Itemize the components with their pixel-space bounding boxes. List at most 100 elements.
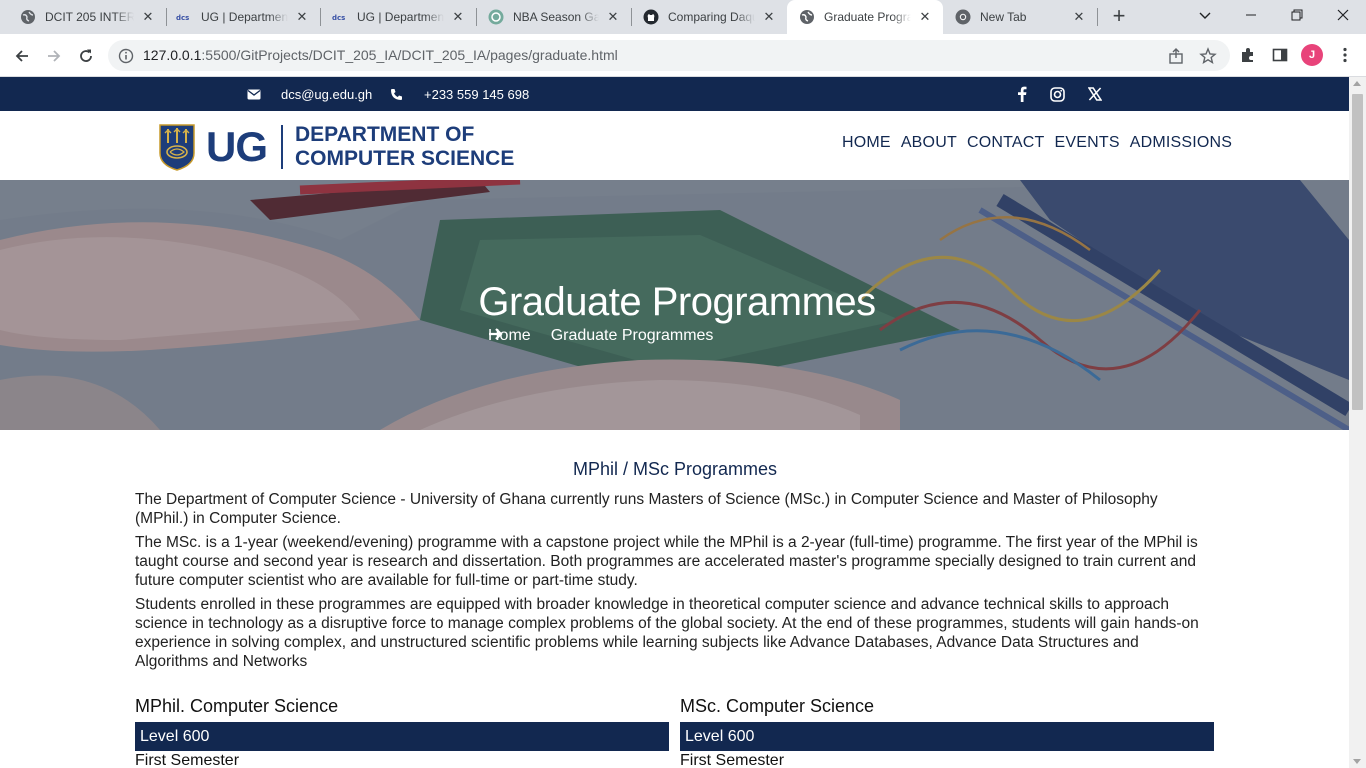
intro-paragraph: The Department of Computer Science - Uni… [135, 491, 1158, 527]
reload-button[interactable] [72, 42, 100, 70]
browser-tab[interactable]: Comparing Daqu ✕ [631, 0, 787, 34]
ug-crest-icon [159, 124, 195, 171]
back-button[interactable] [8, 42, 36, 70]
email-text: dcs@ug.edu.gh [281, 86, 373, 102]
close-tab-icon[interactable]: ✕ [140, 9, 156, 25]
phone-text: +233 559 145 698 [424, 86, 530, 102]
site-logo[interactable]: UG DEPARTMENT OF COMPUTER SCIENCE [158, 122, 514, 172]
facebook-icon[interactable] [1013, 85, 1031, 103]
browser-tab[interactable]: NBA Season Gam ✕ [476, 0, 632, 34]
extensions-button[interactable] [1238, 45, 1258, 65]
restore-icon [1291, 9, 1303, 21]
logo-mark-text: UG [206, 123, 268, 170]
arrow-left-icon [15, 50, 28, 62]
forward-button[interactable] [40, 42, 68, 70]
url-text[interactable]: 127.0.0.1:5500/GitProjects/DCIT_205_IA/D… [143, 47, 618, 63]
close-tab-icon[interactable]: ✕ [917, 9, 933, 25]
hero-banner: Graduate Programmes Home Graduate Progra… [0, 180, 1349, 430]
mphil-programme-column: MPhil. Computer Science Level 600 First … [135, 696, 669, 768]
scroll-up-arrow[interactable] [1353, 81, 1361, 86]
section-title: MPhil / MSc Programmes [572, 459, 778, 479]
page-title: Graduate Programmes [478, 280, 876, 324]
tab-title: UG | Department [357, 10, 444, 24]
close-window-button[interactable] [1320, 0, 1366, 30]
close-tab-icon[interactable]: ✕ [450, 9, 466, 25]
logo-line-1: DEPARTMENT OF [295, 123, 475, 146]
site-icon: dcs [176, 9, 192, 25]
browser-menu-button[interactable] [1335, 45, 1355, 65]
page-scrollbar[interactable] [1349, 77, 1366, 768]
close-tab-icon[interactable]: ✕ [1071, 9, 1087, 25]
breadcrumb-current: Graduate Programmes [550, 327, 714, 344]
scroll-thumb[interactable] [1352, 94, 1363, 410]
info-icon[interactable] [118, 48, 134, 64]
minimize-icon [1246, 14, 1256, 16]
site-icon: dcs [332, 9, 348, 25]
logo-divider [281, 125, 283, 169]
tab-title: Graduate Progra [824, 10, 911, 24]
nav-about-link[interactable]: ABOUT [901, 134, 957, 152]
restore-button[interactable] [1274, 0, 1320, 30]
side-panel-button[interactable] [1270, 45, 1290, 65]
share-icon[interactable] [1167, 47, 1185, 65]
logo-line-2: COMPUTER SCIENCE [295, 147, 515, 170]
browser-tab[interactable]: New Tab ✕ [943, 0, 1098, 34]
chrome-icon [955, 9, 971, 25]
outcomes-paragraph: Students enrolled in these programmes ar… [135, 596, 1199, 670]
tab-search-button[interactable] [1182, 0, 1228, 30]
logo-department-text: DEPARTMENT OF COMPUTER SCIENCE [295, 123, 514, 171]
tab-title: DCIT 205 INTERIM [45, 10, 134, 24]
envelope-icon [247, 89, 261, 99]
new-tab-button[interactable]: + [1108, 5, 1130, 28]
instagram-icon[interactable] [1048, 85, 1066, 103]
contact-topbar: dcs@ug.edu.gh +233 559 145 698 [0, 77, 1349, 111]
programme-title: MPhil. Computer Science [135, 696, 339, 716]
more-vertical-icon [1343, 47, 1347, 63]
tab-title: NBA Season Gam [513, 10, 599, 24]
minimize-button[interactable] [1228, 0, 1274, 30]
x-twitter-icon[interactable] [1086, 85, 1104, 103]
page-viewport: dcs@ug.edu.gh +233 559 145 698 UG DEPART… [0, 77, 1349, 768]
semester-label: First Semester [680, 752, 785, 768]
level-header: Level 600 [680, 722, 1214, 751]
nav-admissions-link[interactable]: ADMISSIONS [1130, 134, 1232, 152]
tab-divider [1097, 8, 1098, 26]
browser-tab-active[interactable]: Graduate Progra ✕ [787, 0, 943, 34]
close-tab-icon[interactable]: ✕ [294, 9, 310, 25]
profile-avatar[interactable]: J [1301, 44, 1323, 66]
browser-tab[interactable]: dcs UG | Department ✕ [164, 0, 321, 34]
programme-title: MSc. Computer Science [680, 696, 875, 716]
browser-tab[interactable]: DCIT 205 INTERIM ✕ [8, 0, 167, 34]
tab-title: UG | Department [201, 10, 288, 24]
github-icon [643, 9, 659, 25]
chevron-down-icon [1199, 12, 1211, 19]
browser-tab[interactable]: dcs UG | Department ✕ [320, 0, 477, 34]
svg-text:dcs: dcs [332, 14, 345, 22]
bookmark-star-icon[interactable] [1199, 47, 1217, 65]
reload-icon [80, 49, 92, 62]
url-host: 127.0.0.1 [143, 47, 202, 63]
side-panel-icon [1272, 48, 1288, 62]
nav-home-link[interactable]: HOME [842, 134, 891, 152]
email-contact[interactable]: dcs@ug.edu.gh [247, 77, 372, 111]
close-tab-icon[interactable]: ✕ [761, 9, 777, 25]
tab-title: Comparing Daqu [668, 10, 755, 24]
phone-contact[interactable]: +233 559 145 698 [390, 77, 529, 111]
breadcrumb: Home Graduate Programmes [488, 327, 713, 345]
nav-events-link[interactable]: EVENTS [1054, 134, 1119, 152]
programme-structure-paragraph: The MSc. is a 1-year (weekend/evening) p… [135, 534, 1198, 589]
msc-programme-column: MSc. Computer Science Level 600 First Se… [680, 696, 1214, 768]
scroll-down-arrow[interactable] [1353, 759, 1361, 764]
close-icon [1337, 9, 1349, 21]
semester-label: First Semester [135, 752, 240, 768]
nav-contact-link[interactable]: CONTACT [967, 134, 1045, 152]
arrow-right-icon [48, 50, 61, 62]
level-header: Level 600 [135, 722, 669, 751]
browser-tab-strip: DCIT 205 INTERIM ✕ dcs UG | Department ✕… [0, 0, 1366, 34]
chatgpt-icon [488, 9, 504, 25]
close-tab-icon[interactable]: ✕ [605, 9, 621, 25]
address-bar[interactable]: 127.0.0.1:5500/GitProjects/DCIT_205_IA/D… [108, 40, 1230, 71]
globe-icon [20, 9, 36, 25]
site-header: UG DEPARTMENT OF COMPUTER SCIENCE HOME A… [0, 111, 1349, 180]
url-path: :5500/GitProjects/DCIT_205_IA/DCIT_205_I… [201, 47, 618, 63]
